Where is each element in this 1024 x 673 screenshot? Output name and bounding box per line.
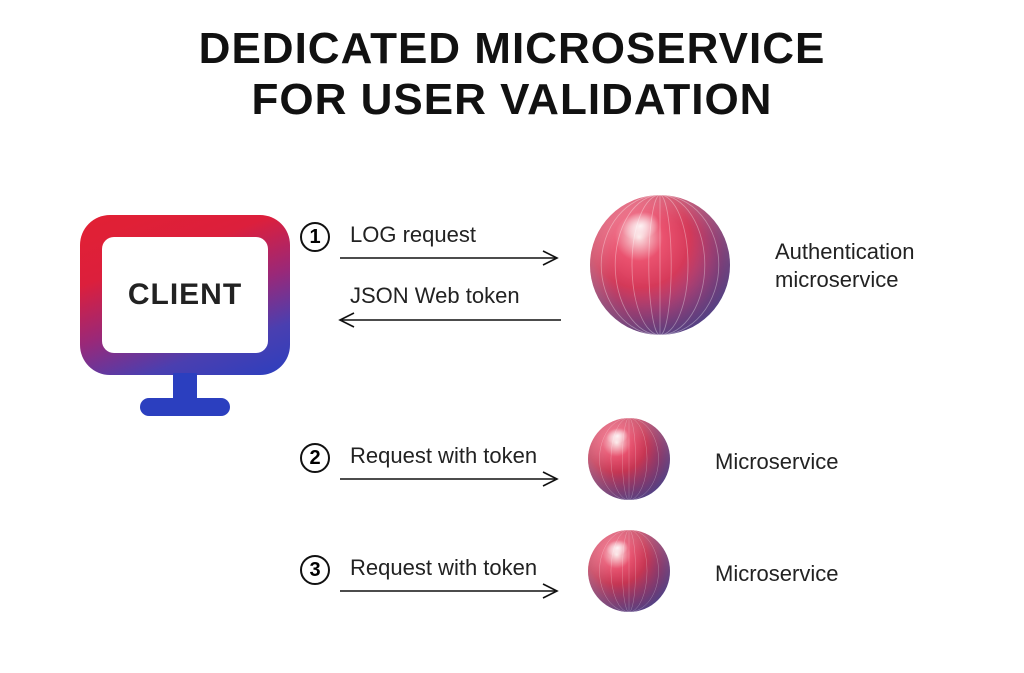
sphere-meridians-icon — [588, 418, 670, 500]
title-line-1: DEDICATED MICROSERVICE — [0, 24, 1024, 75]
step-number-3: 3 — [309, 559, 320, 582]
node-label-authentication: Authentication microservice — [775, 238, 914, 293]
client-label: CLIENT — [128, 278, 242, 312]
title-line-2: FOR USER VALIDATION — [0, 75, 1024, 126]
arrow-label-log-request: LOG request — [350, 222, 476, 248]
arrow-right-2 — [340, 471, 565, 487]
sphere-microservice-2 — [588, 418, 670, 500]
auth-label-l2: microservice — [775, 267, 898, 292]
node-label-microservice-2: Microservice — [715, 448, 838, 476]
monitor-base — [140, 398, 230, 416]
step-badge-1: 1 — [300, 222, 330, 252]
sphere-microservice-3 — [588, 530, 670, 612]
arrow-left-1 — [328, 312, 565, 328]
step-number-1: 1 — [309, 226, 320, 249]
client-monitor-icon: CLIENT — [80, 215, 290, 445]
arrow-label-request-token-3: Request with token — [350, 555, 537, 581]
step-badge-2: 2 — [300, 443, 330, 473]
title-block: DEDICATED MICROSERVICE FOR USER VALIDATI… — [0, 0, 1024, 125]
monitor-frame: CLIENT — [80, 215, 290, 375]
step-number-2: 2 — [309, 447, 320, 470]
sphere-meridians-icon — [590, 195, 730, 335]
arrow-right-3 — [340, 583, 565, 599]
diagram-canvas: DEDICATED MICROSERVICE FOR USER VALIDATI… — [0, 0, 1024, 673]
step-badge-3: 3 — [300, 555, 330, 585]
monitor-screen: CLIENT — [102, 237, 268, 353]
node-label-microservice-3: Microservice — [715, 560, 838, 588]
arrow-label-jwt: JSON Web token — [350, 283, 520, 309]
sphere-authentication — [590, 195, 730, 335]
sphere-meridians-icon — [588, 530, 670, 612]
auth-label-l1: Authentication — [775, 239, 914, 264]
arrow-label-request-token-2: Request with token — [350, 443, 537, 469]
arrow-right-1 — [340, 250, 565, 266]
